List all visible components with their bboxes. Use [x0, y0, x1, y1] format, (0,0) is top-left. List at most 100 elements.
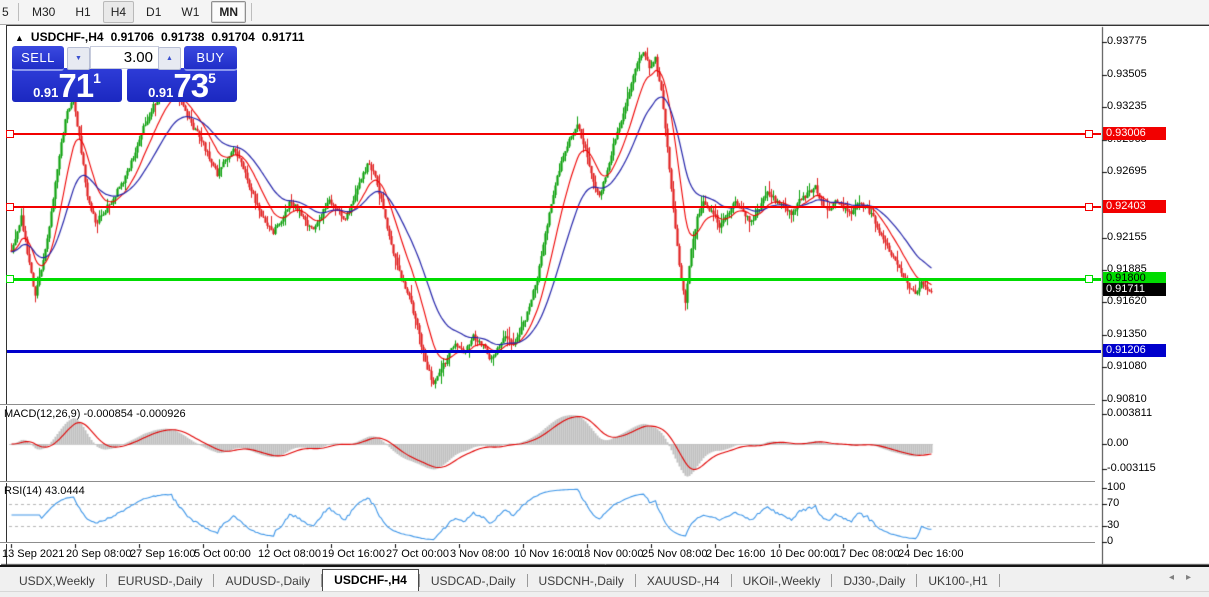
time-label: 12 Oct 08:00: [258, 548, 321, 560]
chart-tab-usdchf-h4[interactable]: USDCHF-,H4: [322, 569, 419, 591]
hline-handle[interactable]: [1085, 130, 1093, 138]
sell-button[interactable]: SELL: [12, 46, 64, 71]
volume-down-button[interactable]: ▼: [67, 47, 90, 70]
rsi-label: RSI(14) 43.0444: [4, 485, 85, 497]
time-label: 3 Nov 08:00: [450, 548, 509, 560]
time-label: 2 Dec 16:00: [706, 548, 765, 560]
hline-0.93006[interactable]: [7, 133, 1101, 135]
price-tick-label: 0.90810: [1107, 393, 1147, 405]
chart-tab-usdcnh-daily[interactable]: USDCNH-,Daily: [528, 572, 635, 591]
hline-handle[interactable]: [1085, 203, 1093, 211]
ohlc-close: 0.91711: [262, 30, 305, 44]
time-label: 27 Sep 16:00: [130, 548, 195, 560]
panel-divider: [0, 481, 1095, 483]
chart-tab-ukoil-weekly[interactable]: UKOil-,Weekly: [732, 572, 832, 591]
macd-tick-label: -0.003115: [1107, 462, 1156, 474]
time-label: 24 Dec 16:00: [898, 548, 963, 560]
time-label: 13 Sep 2021: [2, 548, 64, 560]
timeframe-button-h4[interactable]: H4: [103, 1, 134, 23]
sell-price-box[interactable]: 0.91711: [12, 68, 122, 102]
buy-price-sup: 5: [208, 70, 216, 86]
sell-price: 0.91711: [12, 70, 122, 102]
price-tick-label: 0.91350: [1107, 328, 1147, 340]
chart-symbol-title: USDCHF-,H4: [31, 30, 104, 44]
chart-tab-usdcad-daily[interactable]: USDCAD-,Daily: [420, 572, 527, 591]
hline-price-label: 0.93006: [1103, 127, 1166, 140]
hline-0.92403[interactable]: [7, 206, 1101, 208]
price-tick-label: 0.91620: [1107, 295, 1147, 307]
time-label: 18 Nov 00:00: [578, 548, 643, 560]
volume-up-button[interactable]: ▲: [158, 47, 181, 70]
price-tick-label: 0.93775: [1107, 35, 1147, 47]
volume-input[interactable]: [90, 46, 159, 69]
rsi-tick-label: 30: [1107, 519, 1119, 531]
chart-window: ▲USDCHF-,H40.917060.917380.917040.91711 …: [6, 25, 1209, 565]
hline-handle[interactable]: [6, 203, 14, 211]
time-label: 10 Dec 00:00: [770, 548, 835, 560]
toolbar-separator: [251, 3, 252, 21]
toolbar-separator: [18, 3, 19, 21]
timeframe-button-5[interactable]: 5: [0, 1, 13, 23]
timeframe-button-d1[interactable]: D1: [138, 1, 169, 23]
chart-title-row: ▲ USDCHF-,H4 0.91706 0.91738 0.91704 0.91711: [15, 30, 311, 44]
panel-divider: [0, 542, 1095, 544]
buy-price-base: 0.91: [148, 85, 173, 100]
time-label: 19 Oct 16:00: [322, 548, 385, 560]
price-tick-label: 0.92155: [1107, 231, 1147, 243]
price-tick-label: 0.91080: [1107, 360, 1147, 372]
macd-tick-label: 0.003811: [1107, 407, 1152, 419]
sell-price-base: 0.91: [33, 85, 58, 100]
ohlc-high: 0.91738: [161, 30, 204, 44]
buy-price-big: 73: [173, 67, 208, 104]
bid-price-label: 0.91711: [1103, 283, 1166, 296]
price-tick-label: 0.93505: [1107, 68, 1147, 80]
timeframe-button-m30[interactable]: M30: [24, 1, 63, 23]
ohlc-low: 0.91704: [211, 30, 254, 44]
one-click-trading-panel: 0.91711 0.91735 SELL ▼ ▲ BUY: [12, 45, 242, 102]
chart-tab-eurusd-daily[interactable]: EURUSD-,Daily: [107, 572, 214, 591]
sell-price-sup: 1: [93, 70, 101, 86]
timeframe-toolbar: 5 M30H1H4D1W1MN: [0, 0, 1209, 25]
tab-scroll-right-icon[interactable]: ▸: [1186, 572, 1203, 583]
time-label: 25 Nov 08:00: [642, 548, 707, 560]
rsi-tick-label: 100: [1107, 481, 1125, 493]
hline-handle[interactable]: [1085, 275, 1093, 283]
chart-tab-bar: USDX,WeeklyEURUSD-,DailyAUDUSD-,DailyUSD…: [0, 565, 1209, 591]
hline-price-label: 0.91206: [1103, 344, 1166, 357]
tab-separator: [999, 574, 1000, 587]
buy-price-box[interactable]: 0.91735: [127, 68, 237, 102]
rsi-tick-label: 70: [1107, 497, 1119, 509]
timeframe-button-mn[interactable]: MN: [211, 1, 246, 23]
tab-scroll-left-icon[interactable]: ◂: [1169, 572, 1186, 583]
chart-collapse-icon[interactable]: ▲: [15, 33, 24, 43]
hline-price-label: 0.92403: [1103, 200, 1166, 213]
buy-button[interactable]: BUY: [184, 46, 237, 71]
macd-label: MACD(12,26,9) -0.000854 -0.000926: [4, 408, 186, 420]
chart-tab-uk100-h1[interactable]: UK100-,H1: [917, 572, 998, 591]
time-label: 27 Oct 00:00: [386, 548, 449, 560]
chart-tab-usdx-weekly[interactable]: USDX,Weekly: [8, 572, 106, 591]
timeframe-button-w1[interactable]: W1: [173, 1, 207, 23]
status-strip: [0, 591, 1209, 597]
buy-price: 0.91735: [127, 70, 237, 102]
chart-tab-audusd-daily[interactable]: AUDUSD-,Daily: [214, 572, 321, 591]
hline-0.91206[interactable]: [7, 350, 1101, 353]
time-label: 10 Nov 16:00: [514, 548, 579, 560]
hline-handle[interactable]: [6, 130, 14, 138]
time-label: 5 Oct 00:00: [194, 548, 251, 560]
timeframe-button-h1[interactable]: H1: [67, 1, 98, 23]
macd-tick-label: 0.00: [1107, 437, 1128, 449]
tab-scroll-arrows: ◂▸: [1169, 572, 1203, 583]
price-tick-label: 0.93235: [1107, 100, 1147, 112]
chart-tab-dj30-daily[interactable]: DJ30-,Daily: [832, 572, 916, 591]
chart-tab-xauusd-h4[interactable]: XAUUSD-,H4: [636, 572, 731, 591]
hline-handle[interactable]: [6, 275, 14, 283]
hline-0.91800[interactable]: [7, 278, 1101, 281]
panel-divider: [0, 404, 1095, 406]
sell-price-big: 71: [58, 67, 93, 104]
rsi-tick-label: 0: [1107, 535, 1113, 547]
ohlc-open: 0.91706: [111, 30, 154, 44]
mt4-application: 5 M30H1H4D1W1MN ▲ USDCHF-,H4 0.91706 0.91738…: [0, 0, 1209, 597]
time-label: 17 Dec 08:00: [834, 548, 899, 560]
price-tick-label: 0.92695: [1107, 165, 1147, 177]
